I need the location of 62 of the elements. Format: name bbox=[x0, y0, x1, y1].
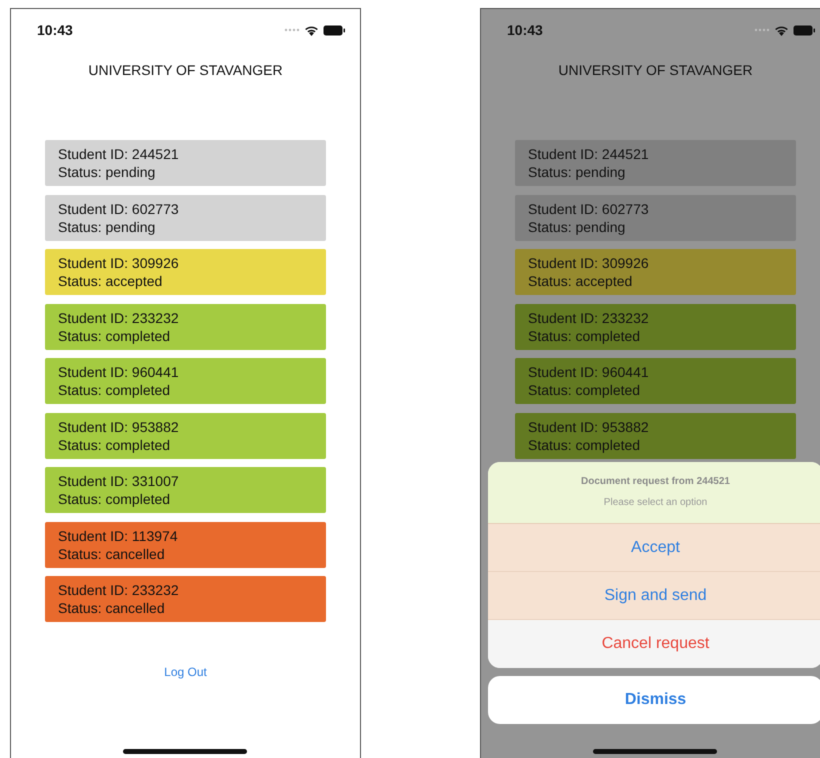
request-row[interactable]: Student ID: 309926 Status: accepted bbox=[515, 249, 796, 295]
request-row[interactable]: Student ID: 960441 Status: completed bbox=[515, 358, 796, 404]
request-status: Status: completed bbox=[528, 381, 642, 399]
student-id: Student ID: 602773 bbox=[58, 200, 180, 218]
request-row[interactable]: Student ID: 331007 Status: completed bbox=[45, 467, 326, 513]
logout-link[interactable]: Log Out bbox=[164, 665, 207, 679]
request-row[interactable]: Student ID: 960441 Status: completed bbox=[45, 358, 326, 404]
status-time: 10:43 bbox=[37, 22, 73, 38]
wifi-icon bbox=[774, 24, 789, 36]
request-status: Status: completed bbox=[58, 436, 172, 454]
request-row[interactable]: Student ID: 233232 Status: completed bbox=[515, 304, 796, 350]
signal-icon bbox=[754, 28, 770, 32]
request-status: Status: accepted bbox=[528, 272, 634, 290]
student-id: Student ID: 309926 bbox=[528, 254, 650, 272]
action-button[interactable]: Accept bbox=[488, 524, 820, 572]
request-status: Status: pending bbox=[528, 218, 626, 236]
battery-icon bbox=[323, 24, 346, 36]
student-id: Student ID: 953882 bbox=[528, 418, 650, 436]
app-title: UNIVERSITY OF STAVANGER bbox=[87, 62, 284, 78]
request-row[interactable]: Student ID: 244521 Status: pending bbox=[45, 140, 326, 186]
request-status: Status: pending bbox=[58, 163, 156, 181]
request-status: Status: completed bbox=[58, 326, 172, 344]
student-id: Student ID: 960441 bbox=[58, 363, 180, 381]
request-row[interactable]: Student ID: 309926 Status: accepted bbox=[45, 249, 326, 295]
student-id: Student ID: 233232 bbox=[58, 308, 180, 326]
student-id: Student ID: 233232 bbox=[528, 308, 650, 326]
request-row[interactable]: Student ID: 602773 Status: pending bbox=[45, 194, 326, 240]
student-id: Student ID: 331007 bbox=[58, 472, 180, 490]
action-button[interactable]: Sign and send bbox=[488, 572, 820, 620]
signal-icon bbox=[284, 28, 300, 32]
request-status: Status: accepted bbox=[58, 272, 164, 290]
request-status: Status: completed bbox=[528, 326, 642, 344]
student-id: Student ID: 113974 bbox=[58, 526, 179, 544]
request-row[interactable]: Student ID: 953882 Status: completed bbox=[45, 412, 326, 458]
student-id: Student ID: 244521 bbox=[528, 145, 650, 163]
battery-icon bbox=[793, 24, 816, 36]
request-row[interactable]: Student ID: 113974 Status: cancelled bbox=[45, 522, 326, 568]
student-id: Student ID: 602773 bbox=[528, 200, 650, 218]
student-id: Student ID: 953882 bbox=[58, 418, 180, 436]
request-row[interactable]: Student ID: 233232 Status: cancelled bbox=[45, 576, 326, 622]
request-row[interactable]: Student ID: 233232 Status: completed bbox=[45, 304, 326, 350]
dismiss-button[interactable]: Dismiss bbox=[488, 676, 820, 724]
request-row[interactable]: Student ID: 953882 Status: completed bbox=[515, 412, 796, 458]
request-status: Status: cancelled bbox=[58, 599, 166, 617]
sheet-title: Document request from 244521 bbox=[581, 476, 730, 487]
request-status: Status: completed bbox=[528, 436, 642, 454]
request-status: Status: completed bbox=[58, 381, 172, 399]
request-row[interactable]: Student ID: 602773 Status: pending bbox=[515, 194, 796, 240]
request-status: Status: pending bbox=[528, 163, 626, 181]
status-time: 10:43 bbox=[507, 22, 543, 38]
wifi-icon bbox=[304, 24, 319, 36]
student-id: Student ID: 233232 bbox=[58, 581, 180, 599]
app-title: UNIVERSITY OF STAVANGER bbox=[557, 62, 754, 78]
student-id: Student ID: 244521 bbox=[58, 145, 180, 163]
student-id: Student ID: 960441 bbox=[528, 363, 650, 381]
request-status: Status: pending bbox=[58, 218, 156, 236]
request-status: Status: completed bbox=[58, 490, 172, 508]
action-button[interactable]: Cancel request bbox=[488, 620, 820, 668]
sheet-message: Please select an option bbox=[604, 497, 708, 508]
request-status: Status: cancelled bbox=[58, 544, 166, 562]
student-id: Student ID: 309926 bbox=[58, 254, 180, 272]
request-row[interactable]: Student ID: 244521 Status: pending bbox=[515, 140, 796, 186]
